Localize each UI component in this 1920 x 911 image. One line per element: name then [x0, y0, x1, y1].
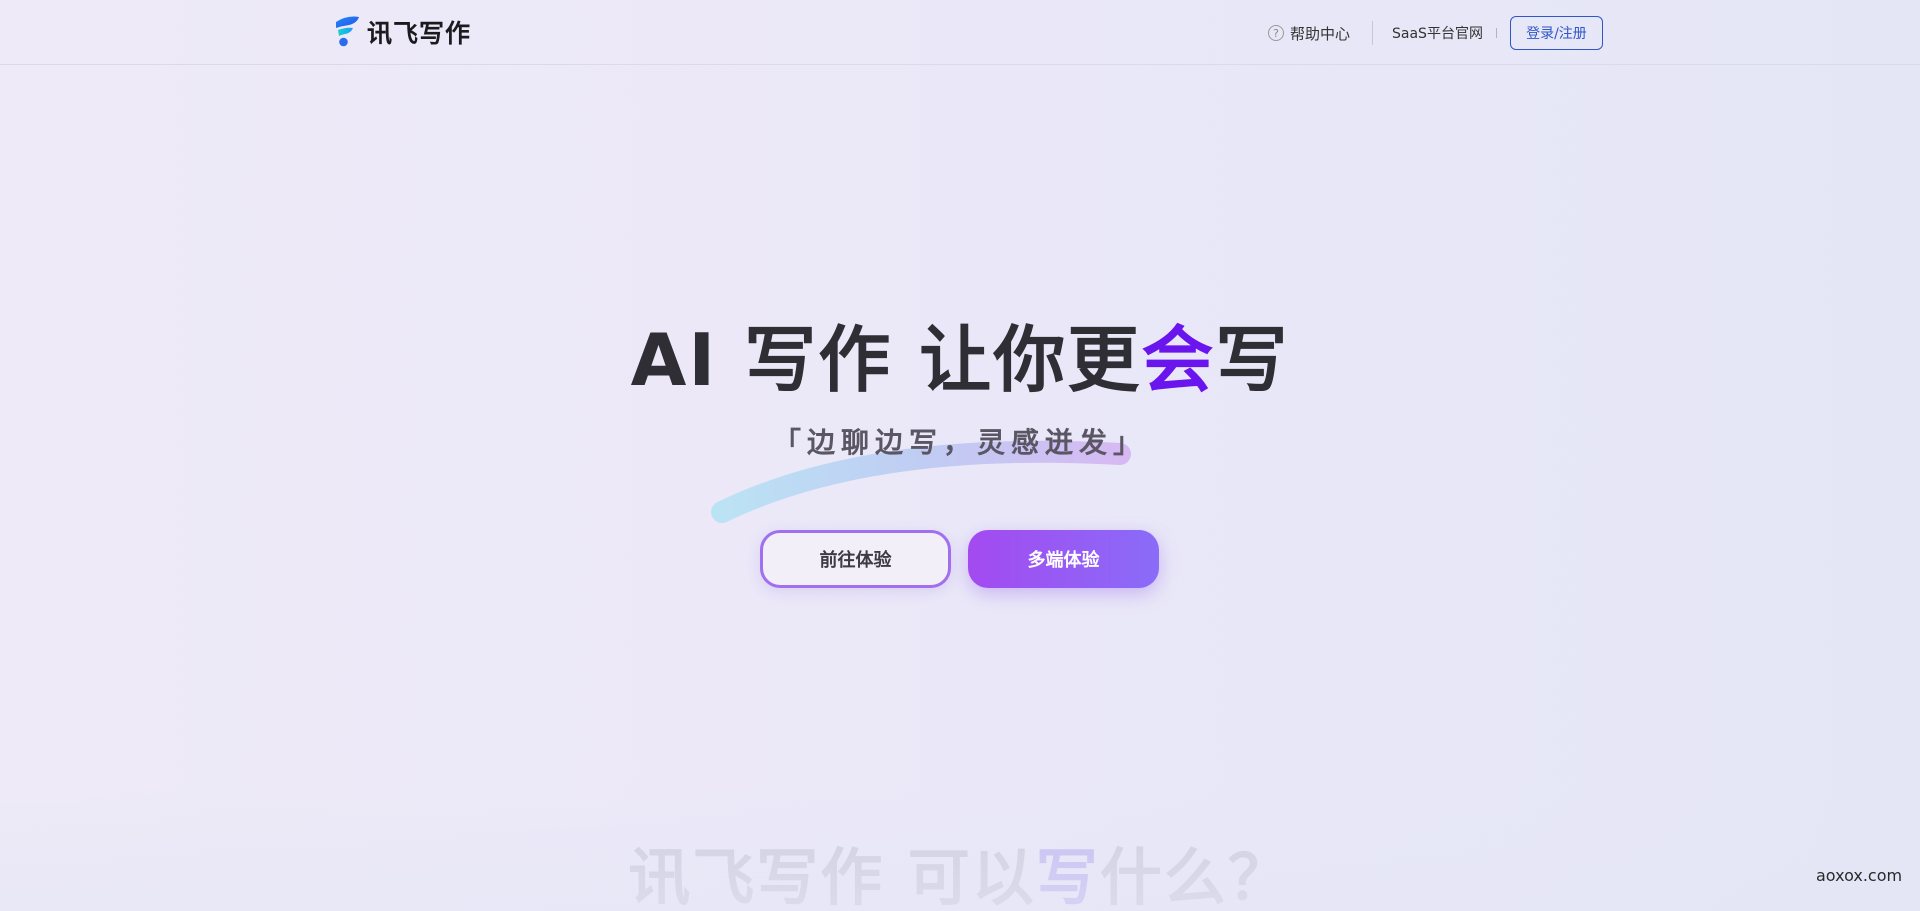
section-title-part1: 讯飞写作 可以 [628, 841, 1036, 911]
hero-title-accent: 会 [1141, 318, 1216, 402]
help-center-label: 帮助中心 [1290, 24, 1351, 43]
help-center-link[interactable]: ? 帮助中心 [1268, 23, 1350, 44]
question-circle-icon: ? [1268, 25, 1284, 41]
login-register-button[interactable]: 登录/注册 [1509, 16, 1603, 50]
xunfei-logo-icon [336, 16, 359, 47]
multi-platform-button[interactable]: 多端体验 [968, 530, 1159, 588]
logo-text: 讯飞写作 [367, 19, 472, 48]
hero-title-part1: AI 写作 让你更 [630, 318, 1142, 402]
hero-title-part2: 写 [1215, 318, 1290, 402]
try-now-button[interactable]: 前往体验 [760, 530, 951, 588]
section-title-part2: 什么？ [1099, 841, 1292, 911]
nav-divider-small [1495, 28, 1497, 38]
top-nav: ? 帮助中心 SaaS平台官网 登录/注册 [1268, 16, 1603, 50]
hero-slogan: 「边聊边写，灵感迸发」 [772, 426, 1147, 459]
hero-title: AI 写作 让你更会写 [0, 312, 1920, 408]
section-title-peek: 讯飞写作 可以写什么？ [0, 838, 1920, 911]
saas-platform-link[interactable]: SaaS平台官网 [1392, 23, 1483, 43]
watermark-text: aoxox.com [1816, 866, 1903, 885]
brand-logo[interactable]: 讯飞写作 [333, 14, 471, 50]
top-navbar: 讯飞写作 ? 帮助中心 SaaS平台官网 登录/注册 [0, 0, 1920, 65]
nav-divider [1372, 21, 1374, 45]
section-title-accent: 写 [1035, 841, 1100, 911]
